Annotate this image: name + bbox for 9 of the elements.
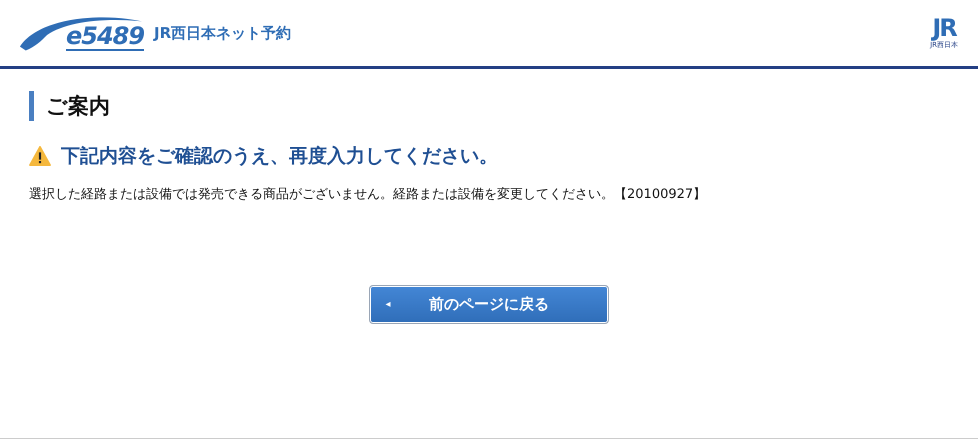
logo-text: e5489 [66,23,144,51]
warning-message: 下記内容をご確認のうえ、再度入力してください。 [61,144,498,169]
error-message: 選択した経路または設備では発売できる商品がございません。経路または設備を変更してください。【20100927】 [29,186,708,203]
company-logo: JR [932,16,956,40]
page-title: ご案内 [29,91,949,121]
back-button[interactable]: ◂ 前のページに戻る [369,285,609,324]
warning-icon [29,146,51,166]
caret-icon: ◂ [382,299,394,310]
service-name: JR西日本ネット予約 [154,24,292,42]
